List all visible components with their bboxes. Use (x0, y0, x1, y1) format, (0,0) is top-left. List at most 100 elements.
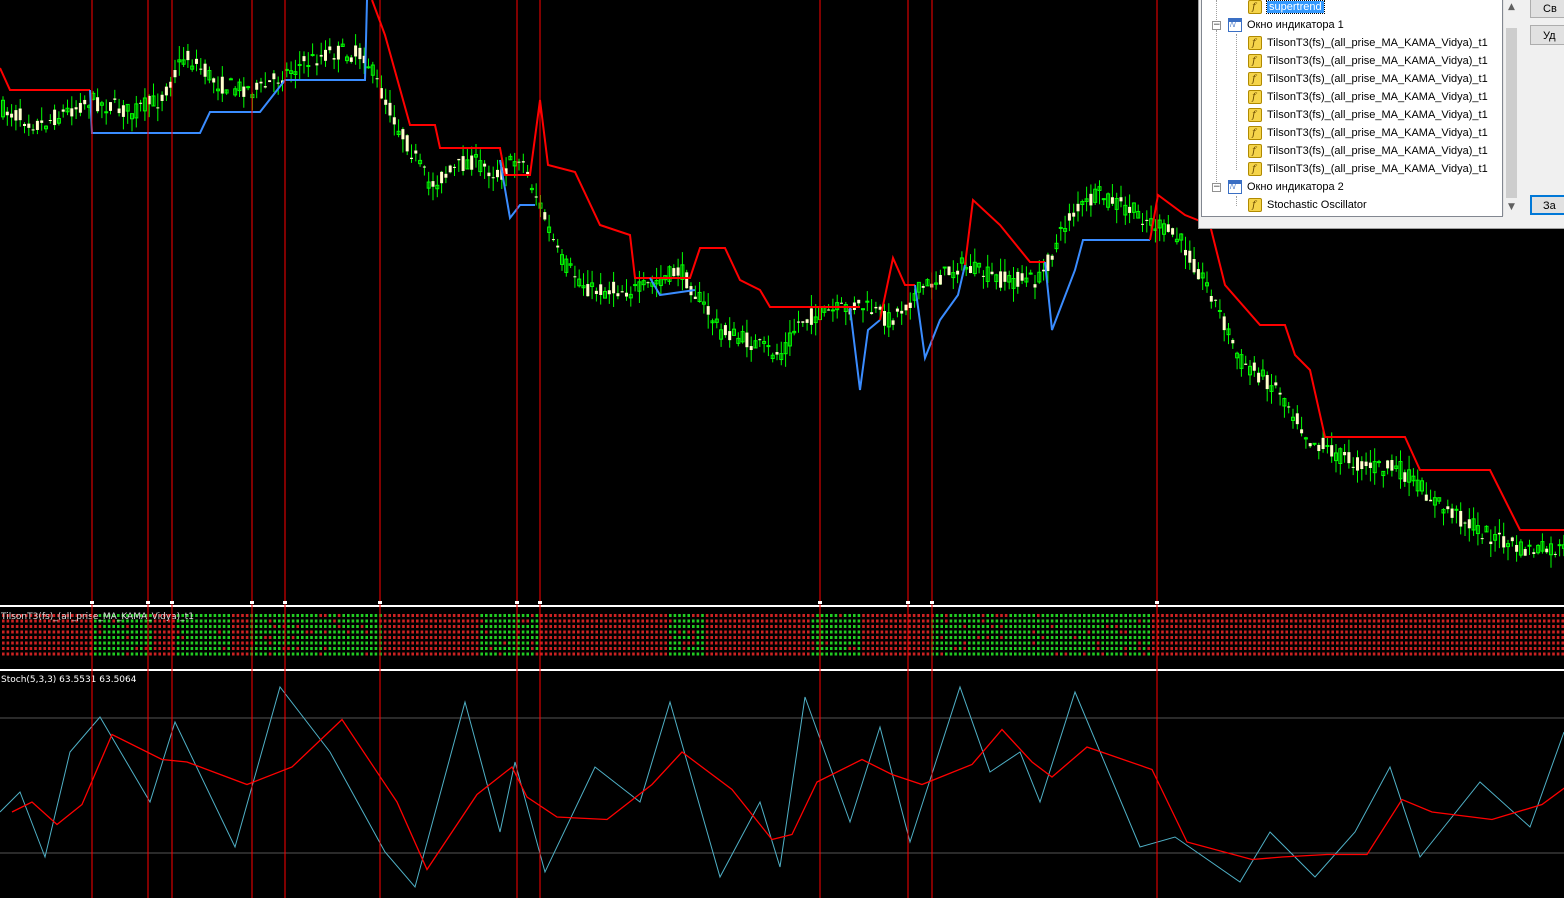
tilson-dot (227, 636, 230, 639)
tilson-dot (443, 619, 447, 623)
tilson-dot (779, 652, 782, 656)
tilson-dot (512, 614, 516, 617)
tilson-dot (788, 619, 792, 623)
tree-item-tilson[interactable]: TilsonT3(fs)_(all_prise_MA_KAMA_Vidya)_t… (1248, 70, 1488, 89)
tilson-dot (1497, 619, 1500, 623)
scroll-thumb[interactable] (1506, 28, 1517, 198)
tree-scrollbar[interactable]: ▲ ▼ (1503, 0, 1519, 216)
tilson-dot (443, 652, 447, 656)
tree-item-tilson[interactable]: TilsonT3(fs)_(all_prise_MA_KAMA_Vidya)_t… (1248, 124, 1488, 143)
tilson-dot (1101, 652, 1104, 656)
tilson-dot (871, 630, 874, 634)
tilson-dot (1446, 652, 1449, 656)
tilson-dot (149, 652, 152, 656)
candle-body (104, 111, 109, 114)
panel-separator[interactable] (0, 605, 1564, 607)
candle-body (70, 108, 74, 117)
tilson-dot (466, 619, 470, 623)
tilson-dot (1000, 619, 1003, 623)
tilson-dot (140, 625, 143, 628)
tree-item-tilson[interactable]: TilsonT3(fs)_(all_prise_MA_KAMA_Vidya)_t… (1248, 88, 1488, 107)
tree-item-tilson[interactable]: TilsonT3(fs)_(all_prise_MA_KAMA_Vidya)_t… (1248, 142, 1488, 161)
tilson-dot (1262, 652, 1265, 656)
tilson-dot (1543, 630, 1546, 634)
tilson-dot (830, 647, 833, 650)
tilson-dot (655, 636, 658, 639)
tilson-dot (1175, 619, 1178, 623)
tilson-dot (1142, 625, 1146, 628)
tilson-dot (581, 619, 585, 623)
candle-body (121, 105, 125, 117)
tilson-dot (650, 625, 654, 628)
tilson-dot (1506, 630, 1509, 634)
tree-item-tilson[interactable]: TilsonT3(fs)_(all_prise_MA_KAMA_Vidya)_t… (1248, 52, 1488, 71)
tilson-dot (1455, 636, 1459, 639)
tilson-dot (1101, 636, 1104, 639)
tilson-dot (724, 641, 727, 645)
tilson-dot (213, 647, 217, 650)
tilson-dot (1129, 652, 1132, 656)
candle-body (1497, 532, 1501, 535)
tilson-dot (1543, 652, 1546, 656)
tilson-dot (291, 630, 295, 634)
tilson-dot (406, 625, 410, 628)
tilson-dot (241, 630, 244, 634)
scroll-up-icon[interactable]: ▲ (1504, 0, 1519, 14)
tree-item-tilson[interactable]: TilsonT3(fs)_(all_prise_MA_KAMA_Vidya)_t… (1248, 34, 1488, 53)
tilson-dot (1331, 619, 1334, 623)
tilson-dot (1230, 619, 1233, 623)
tree-item-stochastic[interactable]: Stochastic Oscillator (1248, 196, 1367, 215)
tilson-dot (1239, 630, 1242, 634)
properties-button[interactable]: Св (1530, 0, 1564, 18)
tilson-dot (687, 652, 690, 656)
tree-item-tilson[interactable]: TilsonT3(fs)_(all_prise_MA_KAMA_Vidya)_t… (1248, 106, 1488, 125)
tilson-dot (1317, 619, 1321, 623)
candle-body (676, 267, 680, 276)
tilson-dot (1000, 630, 1003, 634)
stochastic-panel[interactable] (0, 672, 1564, 898)
tilson-dot (310, 619, 313, 623)
candle-body (616, 293, 620, 297)
collapse-toggle[interactable]: − (1212, 21, 1221, 30)
tilson-dot (1083, 652, 1086, 656)
tilson-dot (774, 652, 778, 656)
tilson-dot (1096, 641, 1100, 645)
tilson-dot (1372, 630, 1376, 634)
tilson-dot (117, 630, 120, 634)
indicator-tree[interactable]: supertrend − Окно индикатора 1 TilsonT3(… (1201, 0, 1503, 217)
tilson-dot (1221, 636, 1224, 639)
tilson-indicator-panel[interactable] (0, 608, 1564, 668)
close-button[interactable]: За (1530, 195, 1564, 215)
tilson-dot (1349, 636, 1353, 639)
tilson-dot (577, 614, 580, 617)
tilson-dot (204, 652, 207, 656)
candle-body (830, 309, 835, 312)
tree-item-supertrend[interactable]: supertrend (1248, 0, 1325, 17)
tree-node-window2[interactable]: Окно индикатора 2 (1228, 178, 1344, 196)
tilson-dot (853, 619, 856, 623)
tilson-dot (494, 652, 497, 656)
tilson-dot (1395, 619, 1399, 623)
tilson-dot (540, 630, 543, 634)
tilson-dot (1124, 636, 1127, 639)
tilson-dot (379, 641, 382, 645)
scroll-down-icon[interactable]: ▼ (1504, 200, 1519, 214)
tilson-dot (531, 619, 534, 623)
indicator-icon (1248, 107, 1262, 125)
tilson-dot (793, 630, 796, 634)
tilson-dot (480, 625, 483, 628)
tilson-dot (255, 636, 258, 639)
tilson-dot (1234, 614, 1238, 617)
tilson-dot (908, 619, 911, 623)
tilson-dot (577, 625, 580, 628)
tilson-dot (922, 641, 925, 645)
tree-node-window1[interactable]: Окно индикатора 1 (1228, 16, 1344, 34)
tilson-dot (319, 630, 322, 634)
tilson-dot (1000, 614, 1003, 617)
panel-separator[interactable] (0, 669, 1564, 671)
delete-button[interactable]: Уд (1530, 25, 1564, 45)
tilson-dot (1538, 625, 1541, 628)
tree-item-tilson[interactable]: TilsonT3(fs)_(all_prise_MA_KAMA_Vidya)_t… (1248, 160, 1488, 179)
collapse-toggle[interactable]: − (1212, 183, 1221, 192)
tilson-dot (641, 630, 644, 634)
